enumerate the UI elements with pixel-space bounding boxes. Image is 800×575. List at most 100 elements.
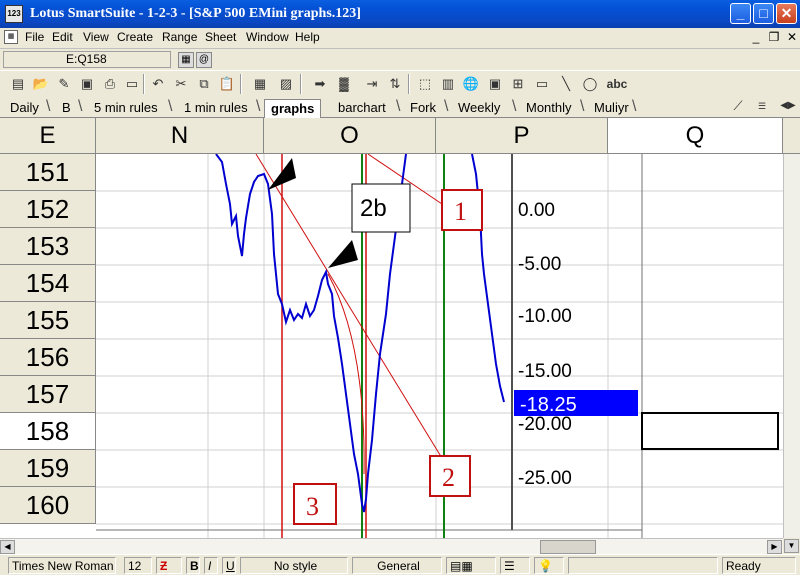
selected-cell-q158[interactable] bbox=[641, 412, 779, 450]
doc-restore-icon[interactable]: ❐ bbox=[766, 30, 782, 46]
bold-button[interactable]: B bbox=[186, 557, 200, 574]
globe-icon[interactable]: 🌐 bbox=[461, 74, 481, 94]
arrow-right-icon[interactable]: ➡ bbox=[310, 74, 330, 94]
chart-icon[interactable]: ▥ bbox=[438, 74, 458, 94]
font-name-selector[interactable]: Times New Roman bbox=[8, 557, 116, 574]
row-header-160[interactable]: 160 bbox=[0, 487, 96, 524]
vertical-scrollbar[interactable] bbox=[783, 154, 800, 538]
copy-format-icon[interactable]: ⊞ bbox=[508, 74, 528, 94]
y-tick-label: -20.00 bbox=[518, 414, 572, 435]
tab-weekly[interactable]: Weekly bbox=[454, 99, 500, 118]
scroll-down-icon[interactable]: ▼ bbox=[784, 539, 799, 553]
close-button[interactable]: ✕ bbox=[776, 3, 797, 24]
row-header-155[interactable]: 155 bbox=[0, 302, 96, 339]
align-icon[interactable]: ☰ bbox=[500, 557, 530, 574]
copy-icon[interactable]: ⧉ bbox=[194, 74, 214, 94]
column-header-e[interactable]: E bbox=[0, 118, 96, 154]
row-header-151[interactable]: 151 bbox=[0, 154, 96, 191]
new-sheet-icon[interactable]: ⟋ bbox=[728, 96, 748, 116]
line-icon[interactable]: ╲ bbox=[556, 74, 576, 94]
menu-edit[interactable]: Edit bbox=[52, 30, 73, 44]
ellipse-icon[interactable]: ◯ bbox=[580, 74, 600, 94]
annotation-3[interactable]: 3 bbox=[293, 483, 337, 525]
tab-b[interactable]: B bbox=[58, 99, 71, 118]
save-icon[interactable]: ✎ bbox=[54, 74, 74, 94]
row-header-156[interactable]: 156 bbox=[0, 339, 96, 376]
tab-1-min-rules[interactable]: 1 min rules bbox=[180, 99, 248, 118]
sort-icon[interactable]: ⇅ bbox=[385, 74, 405, 94]
maximize-button[interactable]: □ bbox=[753, 3, 774, 24]
underline-button[interactable]: U bbox=[222, 557, 236, 574]
menu-window[interactable]: Window bbox=[246, 30, 289, 44]
tab-5-min-rules[interactable]: 5 min rules bbox=[90, 99, 158, 118]
chart-area[interactable]: 2b 1 2 3 0.00 -5.00 -10.00 -15.00 -20.00 bbox=[96, 154, 783, 538]
tab-muliyr[interactable]: Muliyr bbox=[590, 99, 629, 118]
print-icon[interactable]: ⎙ bbox=[100, 74, 120, 94]
worksheet-grid[interactable]: E N O P Q 151 152 153 154 155 156 157 15… bbox=[0, 118, 800, 538]
menu-sheet[interactable]: Sheet bbox=[205, 30, 236, 44]
bulb-icon[interactable]: 💡 bbox=[534, 557, 564, 574]
navigator-icon[interactable]: ▦ bbox=[178, 52, 194, 68]
function-icon[interactable]: @ bbox=[196, 52, 212, 68]
button-icon[interactable]: ▭ bbox=[532, 74, 552, 94]
paste-icon[interactable]: 📋 bbox=[217, 74, 237, 94]
select-icon[interactable]: ⬚ bbox=[415, 74, 435, 94]
row-header-159[interactable]: 159 bbox=[0, 450, 96, 487]
sheet-icon[interactable]: ▦ bbox=[4, 30, 18, 44]
insert-icon[interactable]: ⇥ bbox=[362, 74, 382, 94]
cut-icon[interactable]: ✂ bbox=[171, 74, 191, 94]
row-header-158[interactable]: 158 bbox=[0, 413, 96, 450]
tab-fork[interactable]: Fork bbox=[406, 99, 436, 118]
scroll-left-icon[interactable]: ◀ bbox=[0, 540, 15, 554]
column-header-q[interactable]: Q bbox=[608, 118, 783, 154]
style-selector[interactable]: No style bbox=[240, 557, 348, 574]
color-icon[interactable]: Ƶ bbox=[156, 557, 182, 574]
horizontal-scrollbar[interactable]: ◀ ▶ bbox=[0, 538, 783, 554]
undo-icon[interactable]: ↶ bbox=[148, 74, 168, 94]
new-file-icon[interactable]: ▤ bbox=[8, 74, 28, 94]
row-header-154[interactable]: 154 bbox=[0, 265, 96, 302]
app-icon[interactable]: 123 bbox=[5, 5, 23, 23]
annotation-1[interactable]: 1 bbox=[441, 189, 483, 231]
tab-scroll-icon[interactable]: ◀▶ bbox=[778, 96, 798, 116]
y-tick-label: -10.00 bbox=[518, 306, 572, 327]
column-header-n[interactable]: N bbox=[96, 118, 264, 154]
scroll-thumb[interactable] bbox=[540, 540, 596, 554]
tab-daily[interactable]: Daily bbox=[6, 99, 39, 118]
format-icon[interactable]: ▓ bbox=[334, 74, 354, 94]
minimize-button[interactable]: _ bbox=[730, 3, 751, 24]
row-header-153[interactable]: 153 bbox=[0, 228, 96, 265]
scroll-right-icon[interactable]: ▶ bbox=[767, 540, 782, 554]
column-header-o[interactable]: O bbox=[264, 118, 436, 154]
cell-reference-box[interactable]: E:Q158 bbox=[3, 51, 171, 68]
annotation-2[interactable]: 2 bbox=[429, 455, 471, 497]
tab-list-icon[interactable]: ☰ bbox=[752, 96, 772, 116]
print2-icon[interactable]: ▭ bbox=[122, 74, 142, 94]
menu-help[interactable]: Help bbox=[295, 30, 320, 44]
y-tick-label: -5.00 bbox=[518, 254, 561, 275]
font-size-selector[interactable]: 12 bbox=[124, 557, 152, 574]
tab-monthly[interactable]: Monthly bbox=[522, 99, 572, 118]
decimal-icon[interactable]: ▤▦ bbox=[446, 557, 496, 574]
image-icon[interactable]: ▨ bbox=[276, 74, 296, 94]
menu-file[interactable]: File bbox=[25, 30, 44, 44]
annotation-2b[interactable]: 2b bbox=[351, 183, 411, 233]
row-header-157[interactable]: 157 bbox=[0, 376, 96, 413]
doc-minimize-icon[interactable]: _ bbox=[748, 30, 764, 46]
open-icon[interactable]: 📂 bbox=[31, 74, 51, 94]
column-header-p[interactable]: P bbox=[436, 118, 608, 154]
doc-close-icon[interactable]: ✕ bbox=[784, 30, 800, 46]
tab-graphs[interactable]: graphs bbox=[264, 99, 322, 118]
number-format-selector[interactable]: General bbox=[352, 557, 442, 574]
print-preview-icon[interactable]: ▣ bbox=[77, 74, 97, 94]
menu-range[interactable]: Range bbox=[162, 30, 197, 44]
map-icon[interactable]: ▣ bbox=[485, 74, 505, 94]
menu-create[interactable]: Create bbox=[117, 30, 153, 44]
title-bar: 123 Lotus SmartSuite - 1-2-3 - [S&P 500 … bbox=[0, 0, 800, 28]
tab-barchart[interactable]: barchart bbox=[334, 99, 386, 118]
grid-icon[interactable]: ▦ bbox=[250, 74, 270, 94]
menu-view[interactable]: View bbox=[83, 30, 109, 44]
italic-button[interactable]: I bbox=[204, 557, 218, 574]
row-header-152[interactable]: 152 bbox=[0, 191, 96, 228]
abc-icon[interactable]: abc bbox=[604, 74, 630, 94]
